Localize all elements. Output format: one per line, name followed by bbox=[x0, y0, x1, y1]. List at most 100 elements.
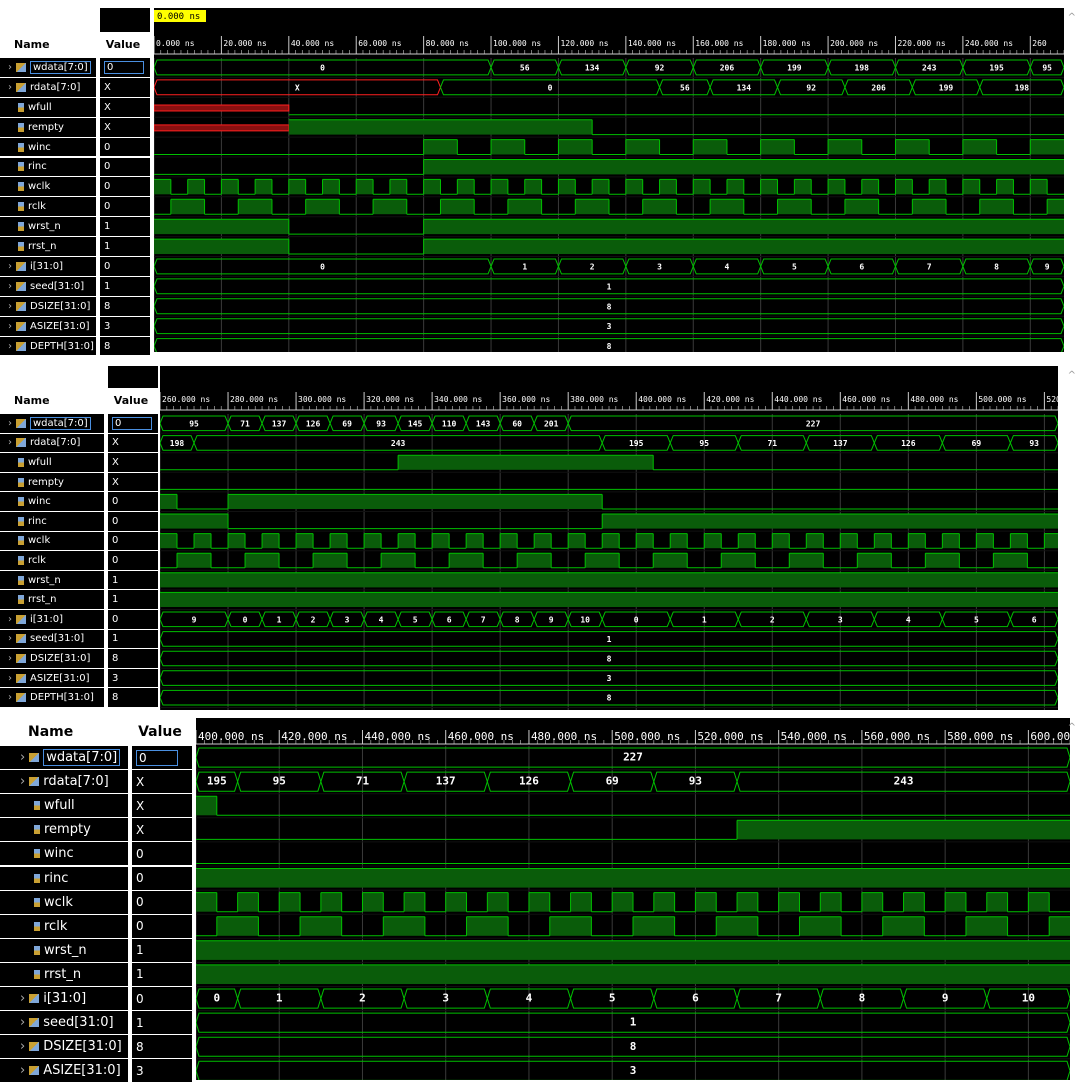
high-level-fill bbox=[517, 553, 552, 568]
signal-row[interactable]: wrst_n 1 bbox=[0, 938, 192, 962]
high-level-fill bbox=[423, 239, 1064, 254]
signal-row[interactable]: wfull X bbox=[0, 97, 150, 117]
signal-row[interactable]: › seed[31:0] 1 bbox=[0, 276, 150, 296]
signal-row[interactable]: rinc 0 bbox=[0, 512, 158, 531]
chevron-right-icon[interactable]: › bbox=[20, 991, 25, 1006]
value-column-header[interactable]: Value bbox=[104, 394, 158, 407]
high-level-fill bbox=[389, 179, 407, 195]
signal-row[interactable]: › seed[31:0] 1 bbox=[0, 1011, 192, 1035]
signal-value: 0 bbox=[136, 846, 144, 861]
chevron-right-icon[interactable]: › bbox=[8, 673, 12, 684]
signal-row[interactable]: › ASIZE[31:0] 3 bbox=[0, 316, 150, 336]
high-level-fill bbox=[170, 199, 205, 215]
signal-row[interactable]: rclk 0 bbox=[0, 197, 150, 217]
chevron-right-icon[interactable]: › bbox=[8, 341, 12, 352]
signal-row[interactable]: › DSIZE[31:0] 8 bbox=[0, 296, 150, 316]
signal-row[interactable]: rinc 0 bbox=[0, 866, 192, 890]
signal-row[interactable]: › rdata[7:0] X bbox=[0, 433, 158, 453]
bus-value-label: 9 bbox=[942, 992, 949, 1005]
signal-row[interactable]: › ASIZE[31:0] 3 bbox=[0, 1059, 192, 1082]
signal-row[interactable]: › ASIZE[31:0] 3 bbox=[0, 668, 158, 688]
high-level-fill bbox=[625, 179, 643, 195]
chevron-right-icon[interactable]: › bbox=[20, 1015, 25, 1030]
high-level-fill bbox=[772, 533, 790, 549]
name-column-header[interactable]: Name bbox=[28, 724, 73, 740]
signal-row[interactable]: winc 0 bbox=[0, 492, 158, 511]
signal-row[interactable]: rempty X bbox=[0, 472, 158, 492]
chevron-right-icon[interactable]: › bbox=[8, 633, 12, 644]
high-level-fill bbox=[693, 179, 711, 195]
time-tick-label: 320.000 ns bbox=[366, 395, 414, 404]
signal-row[interactable]: rrst_n 1 bbox=[0, 962, 192, 986]
chevron-right-icon[interactable]: › bbox=[8, 82, 12, 93]
signal-row[interactable]: › DEPTH[31:0] 8 bbox=[0, 688, 158, 707]
time-tick-label: 80.000 ns bbox=[426, 39, 470, 48]
signal-row[interactable]: › DSIZE[31:0] 8 bbox=[0, 1035, 192, 1059]
signal-row[interactable]: wclk 0 bbox=[0, 177, 150, 197]
signal-row[interactable]: › i[31:0] 0 bbox=[0, 257, 150, 276]
chevron-right-icon[interactable]: › bbox=[8, 281, 12, 292]
signal-row[interactable]: rempty X bbox=[0, 818, 192, 842]
signal-row[interactable]: winc 0 bbox=[0, 137, 150, 157]
scroll-up-icon[interactable]: ^ bbox=[1068, 12, 1076, 23]
signal-row[interactable]: winc 0 bbox=[0, 842, 192, 866]
signal-row[interactable]: › i[31:0] 0 bbox=[0, 610, 158, 629]
chevron-right-icon[interactable]: › bbox=[8, 418, 12, 429]
signal-value: 0 bbox=[104, 161, 111, 173]
signal-row[interactable]: wfull X bbox=[0, 794, 192, 818]
chevron-right-icon[interactable]: › bbox=[8, 261, 12, 272]
signal-name: i[31:0] bbox=[30, 613, 64, 625]
waveform-canvas[interactable]: 0.000 ns 0.000 ns 20.000 ns 40.000 ns 60.000… bbox=[154, 8, 1064, 352]
signal-row[interactable]: › i[31:0] 0 bbox=[0, 987, 192, 1011]
signal-row[interactable]: › rdata[7:0] X bbox=[0, 770, 192, 794]
high-level-fill bbox=[322, 179, 340, 195]
scroll-up-icon[interactable]: ^ bbox=[1068, 370, 1076, 381]
chevron-right-icon[interactable]: › bbox=[8, 437, 12, 448]
chevron-right-icon[interactable]: › bbox=[20, 750, 25, 765]
chevron-right-icon[interactable]: › bbox=[8, 653, 12, 664]
unknown-level bbox=[154, 104, 290, 112]
signal-row[interactable]: rrst_n 1 bbox=[0, 237, 150, 256]
chevron-right-icon[interactable]: › bbox=[8, 692, 12, 703]
chevron-right-icon[interactable]: › bbox=[20, 774, 25, 789]
high-level-fill bbox=[245, 553, 280, 568]
signal-row[interactable]: rinc 0 bbox=[0, 157, 150, 177]
chevron-right-icon[interactable]: › bbox=[8, 62, 12, 73]
signal-row[interactable]: rempty X bbox=[0, 117, 150, 137]
waveform-canvas[interactable]: 260.000 ns 280.000 ns 300.000 ns 320.000 ns… bbox=[160, 366, 1058, 710]
signal-row[interactable]: › wdata[7:0] 0 bbox=[0, 414, 158, 433]
high-level-fill bbox=[330, 533, 348, 549]
chevron-right-icon[interactable]: › bbox=[8, 301, 12, 312]
signal-row[interactable]: rclk 0 bbox=[0, 914, 192, 938]
signal-row[interactable]: › wdata[7:0] 0 bbox=[0, 746, 192, 770]
value-column-header[interactable]: Value bbox=[128, 724, 192, 740]
bus-value-label: 3 bbox=[607, 674, 612, 683]
chevron-right-icon[interactable]: › bbox=[8, 321, 12, 332]
signal-row[interactable]: › seed[31:0] 1 bbox=[0, 629, 158, 649]
signal-row[interactable]: rrst_n 1 bbox=[0, 590, 158, 609]
signal-row[interactable]: › rdata[7:0] X bbox=[0, 77, 150, 97]
waveform-canvas[interactable]: 400.000 ns 420.000 ns 440.000 ns 460.000 ns… bbox=[196, 718, 1070, 1080]
signal-row[interactable]: rclk 0 bbox=[0, 551, 158, 570]
signal-name: rdata[7:0] bbox=[30, 81, 81, 93]
signal-row[interactable]: wrst_n 1 bbox=[0, 570, 158, 590]
high-level-fill bbox=[398, 455, 654, 470]
name-column-header[interactable]: Name bbox=[14, 38, 50, 51]
chevron-right-icon[interactable]: › bbox=[8, 614, 12, 625]
signal-row[interactable]: › DEPTH[31:0] 8 bbox=[0, 336, 150, 356]
signal-row[interactable]: wclk 0 bbox=[0, 531, 158, 551]
bus-value-label: 134 bbox=[585, 63, 600, 72]
signal-row[interactable]: › DSIZE[31:0] 8 bbox=[0, 649, 158, 668]
signal-row[interactable]: wfull X bbox=[0, 453, 158, 472]
chevron-right-icon[interactable]: › bbox=[20, 1063, 25, 1078]
value-column-header[interactable]: Value bbox=[96, 38, 150, 51]
signal-row[interactable]: › wdata[7:0] 0 bbox=[0, 58, 150, 77]
high-level-fill bbox=[895, 139, 930, 155]
signal-name: ASIZE[31:0] bbox=[30, 320, 90, 332]
signal-row[interactable]: wrst_n 1 bbox=[0, 217, 150, 237]
name-column-header[interactable]: Name bbox=[14, 394, 50, 407]
chevron-right-icon[interactable]: › bbox=[20, 1039, 25, 1054]
signal-row[interactable]: wclk 0 bbox=[0, 890, 192, 914]
scroll-up-icon[interactable]: ^ bbox=[1068, 722, 1076, 733]
bus-value-label: 195 bbox=[629, 439, 644, 448]
